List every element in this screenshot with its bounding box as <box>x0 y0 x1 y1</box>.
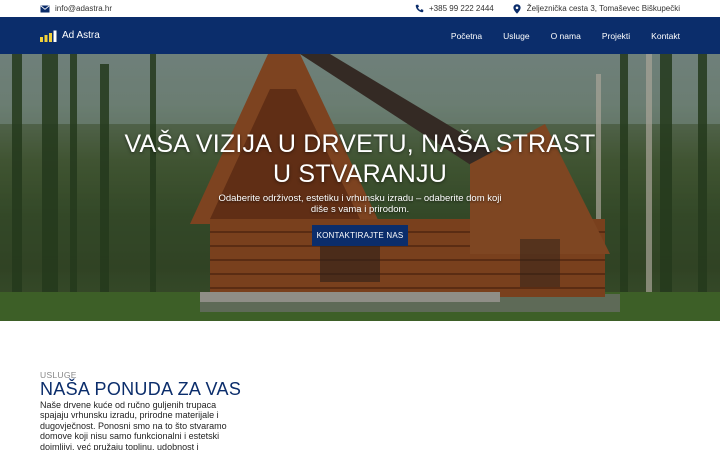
section-description: Naše drvene kuće od ručno guljenih trupa… <box>40 400 227 450</box>
envelope-icon <box>40 4 50 14</box>
logo-bars-icon <box>40 30 57 42</box>
brand-name: Ad Astra <box>62 30 100 41</box>
services-section: USLUGE NAŠA PONUDA ZA VAS Naše drvene ku… <box>0 321 720 450</box>
email-contact[interactable]: info@adastra.hr <box>40 4 112 14</box>
main-navbar: Ad Astra Početna Usluge O nama Projekti … <box>0 17 720 54</box>
nav-link-projekti[interactable]: Projekti <box>602 31 630 41</box>
phone-contact[interactable]: +385 99 222 2444 <box>414 4 494 14</box>
address-text: Željeznička cesta 3, Tomaševec Biškupečk… <box>526 4 680 13</box>
contact-bar: info@adastra.hr +385 99 222 2444 Željezn… <box>0 0 720 17</box>
nav-link-pocetna[interactable]: Početna <box>451 31 482 41</box>
hero-content: VAŠA VIZIJA U DRVETU, NAŠA STRAST U STVA… <box>0 129 720 246</box>
nav-menu: Početna Usluge O nama Projekti Kontakt <box>430 31 680 41</box>
map-pin-icon <box>512 3 522 14</box>
hero-title: VAŠA VIZIJA U DRVETU, NAŠA STRAST U STVA… <box>124 130 596 188</box>
email-text: info@adastra.hr <box>55 4 113 13</box>
brand[interactable]: Ad Astra <box>40 30 100 42</box>
hero-subtitle: Odaberite održivost, estetiku i vrhunsku… <box>218 193 502 215</box>
hero-section: VAŠA VIZIJA U DRVETU, NAŠA STRAST U STVA… <box>0 54 720 321</box>
contact-us-button[interactable]: KONTAKTIRAJTE NAS <box>311 225 409 246</box>
address-contact[interactable]: Željeznička cesta 3, Tomaševec Biškupečk… <box>512 3 680 14</box>
nav-link-o-nama[interactable]: O nama <box>551 31 581 41</box>
nav-link-usluge[interactable]: Usluge <box>503 31 529 41</box>
nav-link-kontakt[interactable]: Kontakt <box>651 31 680 41</box>
phone-icon <box>414 4 424 14</box>
phone-text: +385 99 222 2444 <box>429 4 494 13</box>
section-title: NAŠA PONUDA ZA VAS <box>40 379 242 399</box>
